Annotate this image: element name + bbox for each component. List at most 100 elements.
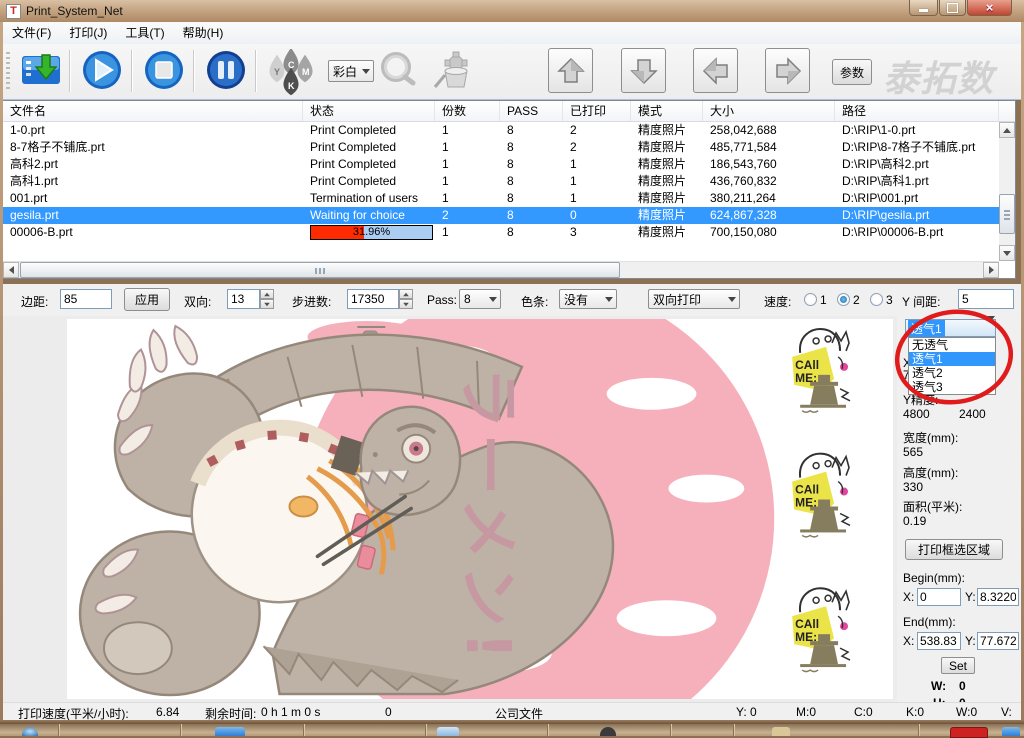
print-system-window: { "window": {"title": "Print_System_Net"…	[0, 0, 1024, 736]
taskbar-icon[interactable]	[600, 727, 616, 736]
bidirectional-spinner[interactable]	[260, 289, 274, 309]
stop-icon	[143, 49, 185, 91]
column-header-filename[interactable]: 文件名	[3, 101, 303, 121]
step-spinner[interactable]	[399, 289, 413, 309]
menu-print[interactable]: 打印(J)	[60, 22, 116, 44]
zoom-button[interactable]	[377, 49, 419, 91]
column-header-pass[interactable]: PASS	[500, 101, 563, 121]
pass-label: Pass:	[427, 293, 457, 307]
height-value: 330	[903, 480, 923, 494]
column-header-mode[interactable]: 模式	[631, 101, 703, 121]
artwork-preview: CAll ME:	[67, 319, 893, 699]
end-y-input[interactable]	[977, 632, 1019, 650]
menu-help[interactable]: 帮助(H)	[174, 22, 233, 44]
duplex-select[interactable]: 双向打印	[648, 289, 740, 309]
column-header-path[interactable]: 路径	[835, 101, 999, 121]
pass-select[interactable]: 8	[459, 289, 501, 309]
end-y-label: Y:	[965, 634, 976, 648]
horizontal-scroll-thumb[interactable]	[20, 262, 620, 278]
ink-channels-button[interactable]: Y C M K	[263, 49, 319, 91]
speed-radio-2[interactable]	[837, 293, 850, 306]
job-table-body: 1-0.prtPrint Completed18 2精度照片258,042,68…	[3, 122, 1015, 261]
scroll-up-button[interactable]	[999, 122, 1015, 138]
column-header-printed[interactable]: 已打印	[563, 101, 631, 121]
move-left-button[interactable]	[693, 48, 738, 93]
table-row[interactable]: 高科2.prtPrint Completed18 1精度照片186,543,76…	[3, 156, 1015, 173]
stop-print-button[interactable]	[143, 49, 185, 91]
table-row[interactable]: 00006-B.prt31.96%18 3精度照片700,150,080D:\R…	[3, 224, 1015, 241]
color-mode-select[interactable]: 彩白	[328, 60, 374, 82]
svg-text:C: C	[288, 60, 295, 70]
begin-y-input[interactable]	[977, 588, 1019, 606]
margin-input[interactable]	[60, 289, 112, 309]
pause-print-button[interactable]	[205, 49, 247, 91]
vent-select[interactable]: 透气1	[905, 319, 996, 337]
ink-m: M:0	[796, 705, 816, 719]
move-up-button[interactable]	[548, 48, 593, 93]
vent-option-1[interactable]: 透气1	[909, 352, 995, 366]
title-bar[interactable]: T Print_System_Net ×	[0, 0, 1024, 22]
vent-option-2[interactable]: 透气2	[909, 366, 995, 380]
minimize-icon	[919, 9, 928, 12]
table-row[interactable]: 001.prtTermination of users18 1精度照片380,2…	[3, 190, 1015, 207]
taskbar-icon[interactable]	[22, 727, 38, 736]
vent-option-3[interactable]: 透气3	[909, 380, 995, 394]
colorbar-label: 色条:	[521, 293, 548, 310]
y-gap-input[interactable]	[958, 289, 1014, 309]
move-right-button[interactable]	[765, 48, 810, 93]
toolbar-grip	[6, 52, 10, 92]
width-value: 565	[903, 445, 923, 459]
speed-radio-1[interactable]	[804, 293, 817, 306]
speed-radio-3[interactable]	[870, 293, 883, 306]
params-button[interactable]: 参数	[832, 59, 872, 85]
chevron-down-icon	[485, 290, 500, 308]
job-list: 文件名 状态 份数 PASS 已打印 模式 大小 路径 1-0.prtPrint…	[2, 100, 1016, 279]
scroll-down-button[interactable]	[999, 245, 1015, 261]
windows-taskbar[interactable]	[0, 724, 1024, 736]
colorbar-select[interactable]: 没有	[559, 289, 617, 309]
end-x-input[interactable]	[917, 632, 961, 650]
print-setup-button[interactable]	[427, 49, 473, 91]
taskbar-icon[interactable]	[1002, 727, 1020, 736]
start-print-button[interactable]	[81, 49, 123, 91]
menu-file[interactable]: 文件(F)	[3, 22, 60, 44]
horizontal-scrollbar[interactable]	[3, 261, 999, 278]
table-row[interactable]: 1-0.prtPrint Completed18 2精度照片258,042,68…	[3, 122, 1015, 139]
arrow-up-icon	[556, 56, 586, 86]
move-down-button[interactable]	[621, 48, 666, 93]
scroll-left-button[interactable]	[3, 262, 19, 278]
color-mode-value: 彩白	[329, 63, 358, 80]
table-row[interactable]: 8-7格子不铺底.prtPrint Completed18 2精度照片485,7…	[3, 139, 1015, 156]
import-job-button[interactable]	[20, 49, 62, 91]
apply-button[interactable]: 应用	[124, 288, 170, 311]
maximize-button[interactable]	[939, 0, 966, 16]
vertical-scrollbar[interactable]	[999, 122, 1015, 261]
step-label: 步进数:	[292, 293, 331, 310]
scroll-right-button[interactable]	[983, 262, 999, 278]
menu-tools[interactable]: 工具(T)	[116, 22, 173, 44]
w-value: 0	[959, 679, 966, 693]
set-button[interactable]: Set	[941, 657, 975, 674]
taskbar-icon[interactable]	[215, 727, 245, 736]
taskbar-icon[interactable]	[950, 727, 988, 738]
column-header-status[interactable]: 状态	[303, 101, 435, 121]
taskbar-icon[interactable]	[437, 727, 459, 736]
y-resolution-value-2: 2400	[959, 407, 986, 421]
taskbar-icon[interactable]	[772, 727, 790, 736]
begin-y-label: Y:	[965, 590, 976, 604]
minimize-button[interactable]	[909, 0, 938, 16]
table-row[interactable]: 高科1.prtPrint Completed18 1精度照片436,760,83…	[3, 173, 1015, 190]
vent-option-none[interactable]: 无透气	[909, 338, 995, 352]
vertical-scroll-thumb[interactable]	[999, 194, 1015, 234]
status-bar: 打印速度(平米/小时): 6.84 剩余时间: 0 h 1 m 0 s 0 公司…	[3, 702, 1021, 721]
bidirectional-input[interactable]	[227, 289, 260, 309]
table-row[interactable]: gesila.prtWaiting for choice28 0精度照片624,…	[3, 207, 1015, 224]
begin-x-input[interactable]	[917, 588, 961, 606]
preview-canvas[interactable]: CAll ME:	[67, 319, 893, 699]
print-settings-bar: 边距: 应用 双向: 步进数: Pass: 8 色条: 没有 双向打印 速度: …	[3, 284, 1021, 316]
close-button[interactable]: ×	[967, 0, 1012, 16]
column-header-copies[interactable]: 份数	[435, 101, 500, 121]
select-print-region-button[interactable]: 打印框选区域	[905, 539, 1003, 560]
step-input[interactable]	[347, 289, 399, 309]
column-header-size[interactable]: 大小	[703, 101, 835, 121]
